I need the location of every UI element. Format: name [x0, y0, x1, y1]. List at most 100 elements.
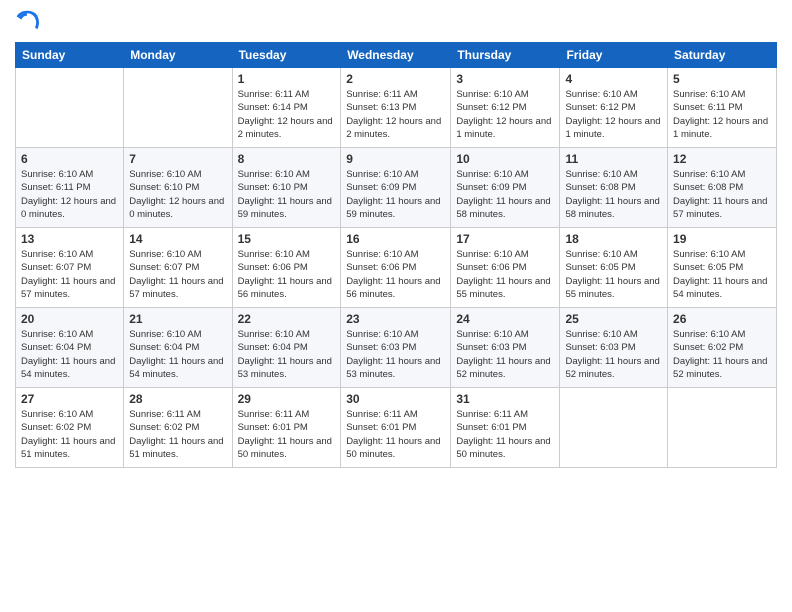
cell-content: Sunrise: 6:10 AMSunset: 6:12 PMDaylight:… [565, 89, 660, 140]
calendar-cell: 22 Sunrise: 6:10 AMSunset: 6:04 PMDayligh… [232, 308, 341, 388]
cell-content: Sunrise: 6:10 AMSunset: 6:04 PMDaylight:… [238, 329, 332, 380]
calendar-cell: 19 Sunrise: 6:10 AMSunset: 6:05 PMDayligh… [668, 228, 777, 308]
cell-content: Sunrise: 6:10 AMSunset: 6:08 PMDaylight:… [673, 169, 767, 220]
day-number: 28 [129, 392, 226, 406]
calendar-cell [16, 68, 124, 148]
logo-icon [15, 10, 39, 34]
calendar-cell [668, 388, 777, 468]
cell-content: Sunrise: 6:11 AMSunset: 6:01 PMDaylight:… [346, 409, 440, 460]
cell-content: Sunrise: 6:10 AMSunset: 6:07 PMDaylight:… [21, 249, 115, 300]
day-number: 22 [238, 312, 336, 326]
calendar-cell: 8 Sunrise: 6:10 AMSunset: 6:10 PMDaylight… [232, 148, 341, 228]
calendar-cell: 14Sunrise: 6:10 AMSunset: 6:07 PMDayligh… [124, 228, 232, 308]
calendar-cell: 27 Sunrise: 6:10 AMSunset: 6:02 PMDayligh… [16, 388, 124, 468]
calendar-cell: 30 Sunrise: 6:11 AMSunset: 6:01 PMDayligh… [341, 388, 451, 468]
day-number: 10 [456, 152, 554, 166]
calendar-cell: 18Sunrise: 6:10 AMSunset: 6:05 PMDayligh… [560, 228, 668, 308]
cell-content: Sunrise: 6:10 AMSunset: 6:10 PMDaylight:… [238, 169, 332, 220]
cell-content: Sunrise: 6:11 AMSunset: 6:01 PMDaylight:… [238, 409, 332, 460]
day-number: 7 [129, 152, 226, 166]
day-number: 9 [346, 152, 445, 166]
calendar-cell: 15Sunrise: 6:10 AMSunset: 6:06 PMDayligh… [232, 228, 341, 308]
day-number: 23 [346, 312, 445, 326]
cell-content: Sunrise: 6:11 AMSunset: 6:01 PMDaylight:… [456, 409, 550, 460]
calendar-cell [560, 388, 668, 468]
day-number: 31 [456, 392, 554, 406]
day-number: 25 [565, 312, 662, 326]
calendar-cell: 13 Sunrise: 6:10 AMSunset: 6:07 PMDayligh… [16, 228, 124, 308]
calendar-cell: 9 Sunrise: 6:10 AMSunset: 6:09 PMDaylight… [341, 148, 451, 228]
calendar-header-row: SundayMondayTuesdayWednesdayThursdayFrid… [16, 43, 777, 68]
cell-content: Sunrise: 6:10 AMSunset: 6:03 PMDaylight:… [346, 329, 440, 380]
calendar-cell: 4 Sunrise: 6:10 AMSunset: 6:12 PMDaylight… [560, 68, 668, 148]
calendar-cell: 24 Sunrise: 6:10 AMSunset: 6:03 PMDayligh… [451, 308, 560, 388]
calendar-cell [124, 68, 232, 148]
calendar-cell: 31 Sunrise: 6:11 AMSunset: 6:01 PMDayligh… [451, 388, 560, 468]
day-number: 29 [238, 392, 336, 406]
calendar-cell: 7 Sunrise: 6:10 AMSunset: 6:10 PMDaylight… [124, 148, 232, 228]
cell-content: Sunrise: 6:11 AMSunset: 6:14 PMDaylight:… [238, 89, 333, 140]
calendar-week-row: 20Sunrise: 6:10 AMSunset: 6:04 PMDayligh… [16, 308, 777, 388]
day-number: 6 [21, 152, 118, 166]
weekday-header: Sunday [16, 43, 124, 68]
page: SundayMondayTuesdayWednesdayThursdayFrid… [0, 0, 792, 612]
logo [15, 10, 43, 34]
day-number: 21 [129, 312, 226, 326]
calendar-cell: 16Sunrise: 6:10 AMSunset: 6:06 PMDayligh… [341, 228, 451, 308]
cell-content: Sunrise: 6:11 AMSunset: 6:13 PMDaylight:… [346, 89, 441, 140]
cell-content: Sunrise: 6:10 AMSunset: 6:05 PMDaylight:… [565, 249, 659, 300]
cell-content: Sunrise: 6:11 AMSunset: 6:02 PMDaylight:… [129, 409, 223, 460]
weekday-header: Saturday [668, 43, 777, 68]
day-number: 16 [346, 232, 445, 246]
day-number: 19 [673, 232, 771, 246]
calendar-cell: 11 Sunrise: 6:10 AMSunset: 6:08 PMDayligh… [560, 148, 668, 228]
calendar-cell: 6Sunrise: 6:10 AMSunset: 6:11 PMDaylight… [16, 148, 124, 228]
calendar-cell: 3Sunrise: 6:10 AMSunset: 6:12 PMDaylight… [451, 68, 560, 148]
day-number: 4 [565, 72, 662, 86]
day-number: 13 [21, 232, 118, 246]
calendar-table: SundayMondayTuesdayWednesdayThursdayFrid… [15, 42, 777, 468]
cell-content: Sunrise: 6:10 AMSunset: 6:09 PMDaylight:… [346, 169, 440, 220]
day-number: 30 [346, 392, 445, 406]
day-number: 14 [129, 232, 226, 246]
day-number: 27 [21, 392, 118, 406]
calendar-cell: 21 Sunrise: 6:10 AMSunset: 6:04 PMDayligh… [124, 308, 232, 388]
calendar-cell: 1Sunrise: 6:11 AMSunset: 6:14 PMDaylight… [232, 68, 341, 148]
cell-content: Sunrise: 6:10 AMSunset: 6:11 PMDaylight:… [673, 89, 768, 140]
calendar-week-row: 27 Sunrise: 6:10 AMSunset: 6:02 PMDayligh… [16, 388, 777, 468]
calendar-cell: 2 Sunrise: 6:11 AMSunset: 6:13 PMDaylight… [341, 68, 451, 148]
calendar-cell: 17Sunrise: 6:10 AMSunset: 6:06 PMDayligh… [451, 228, 560, 308]
calendar-cell: 23 Sunrise: 6:10 AMSunset: 6:03 PMDayligh… [341, 308, 451, 388]
day-number: 8 [238, 152, 336, 166]
cell-content: Sunrise: 6:10 AMSunset: 6:02 PMDaylight:… [21, 409, 115, 460]
calendar-week-row: 1Sunrise: 6:11 AMSunset: 6:14 PMDaylight… [16, 68, 777, 148]
calendar-cell: 12Sunrise: 6:10 AMSunset: 6:08 PMDayligh… [668, 148, 777, 228]
header [15, 10, 777, 34]
cell-content: Sunrise: 6:10 AMSunset: 6:06 PMDaylight:… [238, 249, 332, 300]
cell-content: Sunrise: 6:10 AMSunset: 6:05 PMDaylight:… [673, 249, 767, 300]
cell-content: Sunrise: 6:10 AMSunset: 6:10 PMDaylight:… [129, 169, 224, 220]
calendar-cell: 26Sunrise: 6:10 AMSunset: 6:02 PMDayligh… [668, 308, 777, 388]
calendar-cell: 25 Sunrise: 6:10 AMSunset: 6:03 PMDayligh… [560, 308, 668, 388]
cell-content: Sunrise: 6:10 AMSunset: 6:03 PMDaylight:… [456, 329, 550, 380]
cell-content: Sunrise: 6:10 AMSunset: 6:03 PMDaylight:… [565, 329, 659, 380]
day-number: 26 [673, 312, 771, 326]
day-number: 3 [456, 72, 554, 86]
cell-content: Sunrise: 6:10 AMSunset: 6:06 PMDaylight:… [456, 249, 550, 300]
weekday-header: Monday [124, 43, 232, 68]
calendar-week-row: 6Sunrise: 6:10 AMSunset: 6:11 PMDaylight… [16, 148, 777, 228]
cell-content: Sunrise: 6:10 AMSunset: 6:09 PMDaylight:… [456, 169, 550, 220]
weekday-header: Wednesday [341, 43, 451, 68]
weekday-header: Friday [560, 43, 668, 68]
weekday-header: Thursday [451, 43, 560, 68]
day-number: 11 [565, 152, 662, 166]
cell-content: Sunrise: 6:10 AMSunset: 6:04 PMDaylight:… [129, 329, 223, 380]
calendar-cell: 28 Sunrise: 6:11 AMSunset: 6:02 PMDayligh… [124, 388, 232, 468]
calendar-cell: 20Sunrise: 6:10 AMSunset: 6:04 PMDayligh… [16, 308, 124, 388]
day-number: 2 [346, 72, 445, 86]
weekday-header: Tuesday [232, 43, 341, 68]
day-number: 5 [673, 72, 771, 86]
calendar-cell: 5 Sunrise: 6:10 AMSunset: 6:11 PMDaylight… [668, 68, 777, 148]
day-number: 24 [456, 312, 554, 326]
cell-content: Sunrise: 6:10 AMSunset: 6:08 PMDaylight:… [565, 169, 659, 220]
